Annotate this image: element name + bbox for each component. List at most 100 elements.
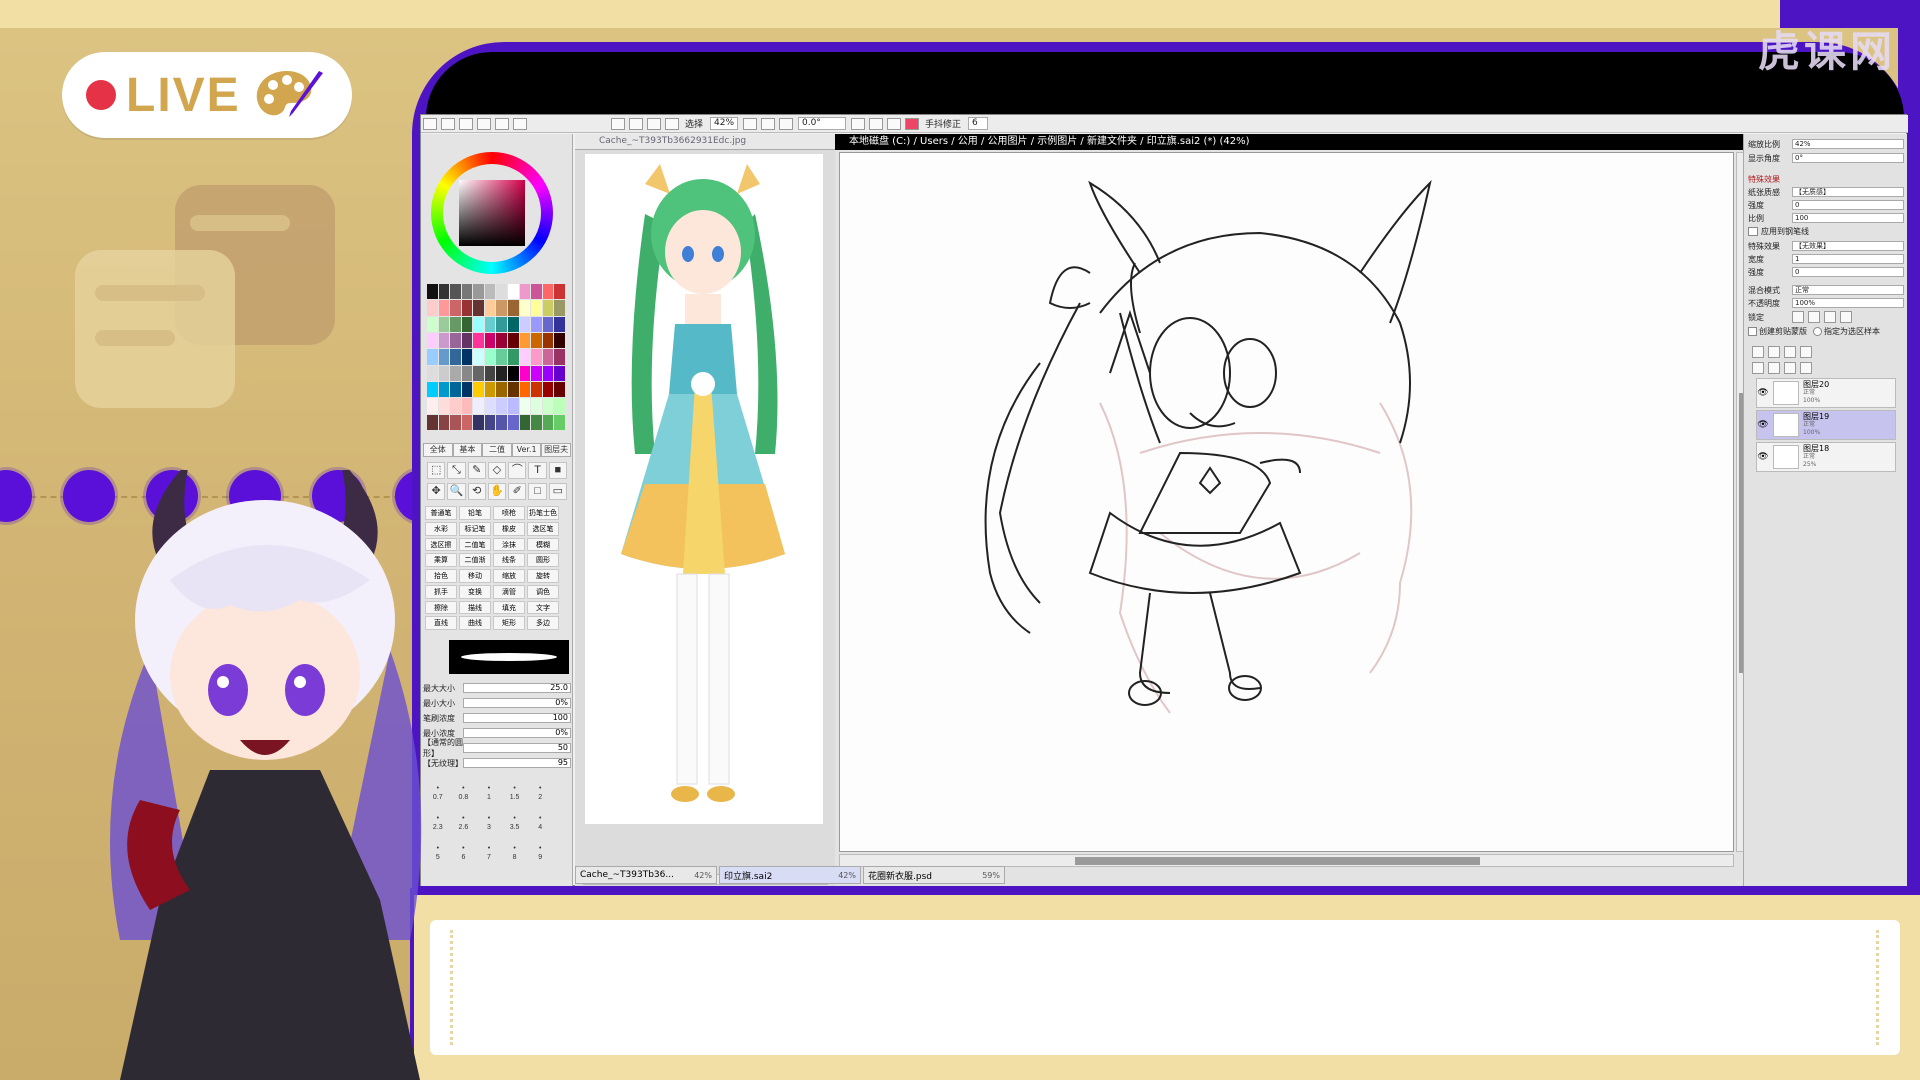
color-swatch[interactable] bbox=[519, 381, 531, 398]
brush-size-preset[interactable]: • 1 bbox=[476, 784, 502, 814]
tool-tab[interactable]: 基本 bbox=[452, 443, 483, 457]
color-swatch[interactable] bbox=[450, 349, 461, 365]
brush-slot[interactable]: 变换 bbox=[459, 584, 491, 599]
color-swatch[interactable] bbox=[438, 316, 450, 332]
color-swatch[interactable] bbox=[438, 381, 450, 398]
color-swatch[interactable] bbox=[438, 284, 450, 300]
brush-slot[interactable]: 填充 bbox=[493, 600, 525, 615]
color-swatch[interactable] bbox=[554, 284, 565, 300]
document-tab[interactable]: 花圈新衣服.psd 59% bbox=[863, 866, 1005, 884]
brush-slot[interactable]: 多边 bbox=[527, 616, 559, 630]
color-swatches[interactable] bbox=[427, 284, 565, 430]
layer-item[interactable]: 👁 图层20 正常 100% bbox=[1756, 378, 1896, 408]
color-swatch[interactable] bbox=[438, 300, 450, 316]
undo-icon[interactable] bbox=[611, 117, 625, 130]
color-swatch[interactable] bbox=[496, 398, 508, 414]
new-folder-icon[interactable] bbox=[1784, 346, 1796, 358]
rotate-reset-icon[interactable] bbox=[887, 117, 902, 130]
color-swatch[interactable] bbox=[484, 398, 496, 414]
color-swatch[interactable] bbox=[554, 381, 565, 398]
brush-slot[interactable]: 二值渐 bbox=[459, 553, 491, 567]
color-swatch[interactable] bbox=[531, 398, 542, 414]
color-swatch[interactable] bbox=[427, 381, 438, 398]
new-pen-layer-icon[interactable] bbox=[1768, 346, 1780, 358]
brush-slot[interactable]: 文字 bbox=[527, 600, 559, 615]
color-swatch[interactable] bbox=[531, 414, 542, 430]
lock-all-icon[interactable] bbox=[1840, 311, 1852, 323]
strength-slider[interactable]: 0 bbox=[1792, 200, 1904, 210]
brush-slot[interactable]: 滴管 bbox=[493, 584, 525, 599]
zoom-field[interactable]: 42% bbox=[710, 117, 739, 130]
color-swatch[interactable] bbox=[519, 349, 531, 365]
param-value[interactable]: 25.0 bbox=[463, 683, 571, 693]
color-swatch[interactable] bbox=[450, 284, 461, 300]
toolbar-view-button[interactable] bbox=[459, 117, 473, 130]
layer-item[interactable]: 👁 图层19 正常 100% bbox=[1756, 410, 1896, 440]
tool-icon[interactable]: ⌒ bbox=[508, 462, 527, 479]
clip-mask-checkbox[interactable] bbox=[1748, 326, 1757, 336]
tool-icon[interactable]: 🔍 bbox=[447, 483, 466, 500]
color-swatch[interactable] bbox=[496, 414, 508, 430]
color-swatch[interactable] bbox=[484, 316, 496, 332]
drawing-canvas[interactable] bbox=[839, 152, 1734, 852]
layer-item[interactable]: 👁 图层18 正常 25% bbox=[1756, 442, 1896, 472]
brush-slot[interactable]: 选区笔 bbox=[527, 521, 559, 536]
color-swatch[interactable] bbox=[438, 398, 450, 414]
eye-icon[interactable]: 👁 bbox=[1757, 388, 1769, 398]
scale-slider[interactable]: 100 bbox=[1792, 213, 1904, 223]
color-swatch[interactable] bbox=[554, 414, 565, 430]
color-swatch[interactable] bbox=[461, 414, 473, 430]
transfer-down-icon[interactable] bbox=[1752, 362, 1764, 374]
color-swatch[interactable] bbox=[531, 365, 542, 381]
brush-size-preset[interactable]: • 7 bbox=[476, 844, 502, 874]
color-swatch[interactable] bbox=[427, 332, 438, 349]
color-swatch[interactable] bbox=[554, 349, 565, 365]
eye-icon[interactable]: 👁 bbox=[1757, 420, 1769, 430]
color-swatch[interactable] bbox=[519, 332, 531, 349]
brush-size-preset[interactable]: • 2.6 bbox=[451, 814, 477, 844]
color-swatch[interactable] bbox=[531, 284, 542, 300]
brush-size-preset[interactable]: • 3 bbox=[476, 814, 502, 844]
color-swatch[interactable] bbox=[542, 332, 554, 349]
brush-slot[interactable]: 曲线 bbox=[459, 616, 491, 630]
color-swatch[interactable] bbox=[554, 365, 565, 381]
brush-slot[interactable]: 线条 bbox=[493, 553, 525, 567]
color-swatch[interactable] bbox=[450, 332, 461, 349]
tool-tab[interactable]: Ver.1 bbox=[511, 443, 542, 457]
brush-size-preset[interactable]: • 6 bbox=[451, 844, 477, 874]
tool-icon[interactable]: ⤡ bbox=[447, 462, 466, 479]
color-swatch[interactable] bbox=[427, 365, 438, 381]
color-swatch[interactable] bbox=[531, 300, 542, 316]
color-swatch[interactable] bbox=[473, 414, 484, 430]
tool-icon[interactable]: ▭ bbox=[548, 483, 567, 500]
param-value[interactable]: 95 bbox=[463, 758, 571, 768]
color-swatch[interactable] bbox=[508, 414, 519, 430]
color-swatch[interactable] bbox=[496, 300, 508, 316]
lock-move-icon[interactable] bbox=[1824, 311, 1836, 323]
color-swatch[interactable] bbox=[427, 284, 438, 300]
color-swatch[interactable] bbox=[519, 300, 531, 316]
color-picker-square[interactable] bbox=[459, 180, 525, 246]
brush-size-preset[interactable]: • 3.5 bbox=[502, 814, 528, 844]
color-swatch[interactable] bbox=[542, 300, 554, 316]
color-swatch[interactable] bbox=[473, 398, 484, 414]
paper-select[interactable]: 【无质感】 bbox=[1792, 187, 1904, 197]
color-swatch[interactable] bbox=[496, 381, 508, 398]
brush-slot[interactable]: 缩放 bbox=[493, 569, 525, 583]
param-value[interactable]: 0% bbox=[463, 728, 571, 738]
zoom-reset-icon[interactable] bbox=[779, 117, 794, 130]
color-swatch[interactable] bbox=[461, 381, 473, 398]
color-swatch[interactable] bbox=[484, 381, 496, 398]
blend-mode-select[interactable]: 正常 bbox=[1792, 285, 1904, 295]
param-value[interactable]: 100 bbox=[463, 713, 571, 723]
color-swatch[interactable] bbox=[450, 300, 461, 316]
color-swatch[interactable] bbox=[473, 332, 484, 349]
tool-icon[interactable]: ✎ bbox=[467, 462, 486, 479]
color-swatch[interactable] bbox=[496, 365, 508, 381]
effect-select[interactable]: 【无效果】 bbox=[1792, 241, 1904, 251]
eye-icon[interactable]: 👁 bbox=[1757, 452, 1769, 462]
color-swatch[interactable] bbox=[531, 349, 542, 365]
color-swatch[interactable] bbox=[554, 332, 565, 349]
color-swatch[interactable] bbox=[473, 316, 484, 332]
color-swatch[interactable] bbox=[542, 414, 554, 430]
